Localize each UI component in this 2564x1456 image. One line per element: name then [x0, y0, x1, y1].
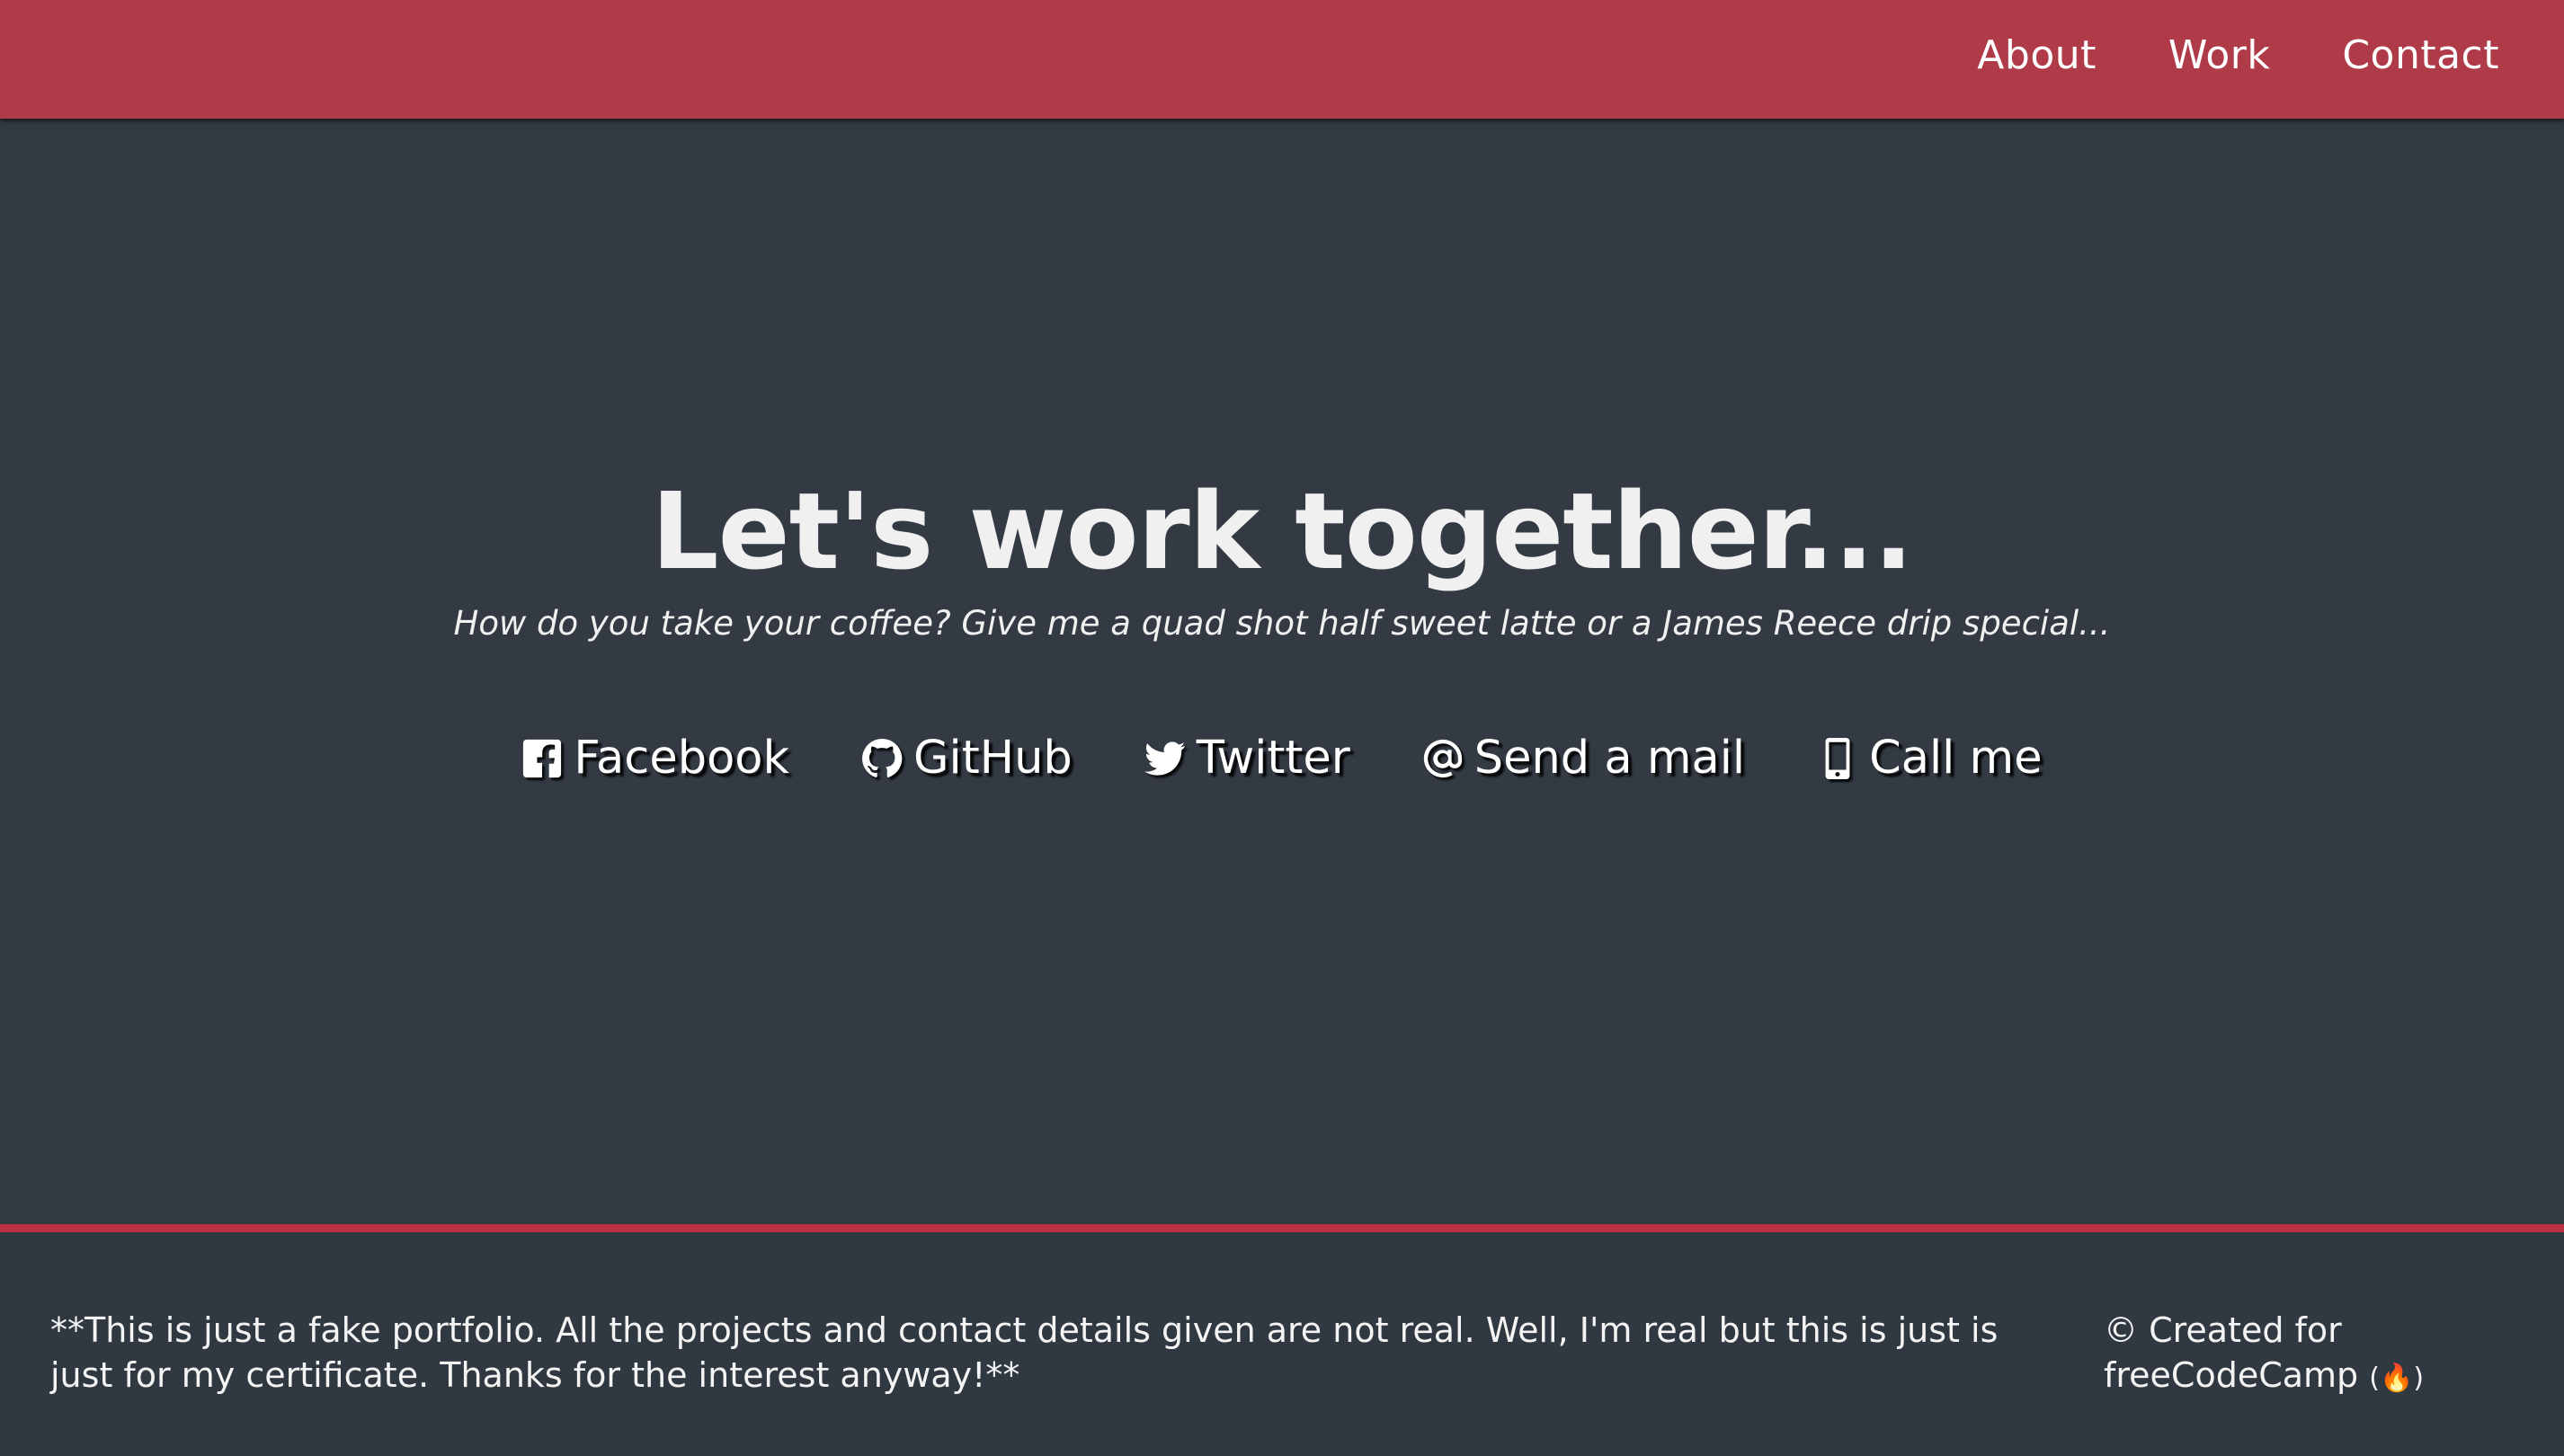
footer: **This is just a fake portfolio. All the… — [0, 1224, 2564, 1456]
nav-list: About Work Contact — [1977, 0, 2499, 110]
nav-link-contact[interactable]: Contact — [2342, 32, 2499, 78]
nav-link-work[interactable]: Work — [2168, 32, 2270, 78]
contact-subtitle: How do you take your coffee? Give me a q… — [453, 604, 2111, 643]
at-icon — [1423, 739, 1462, 777]
call-label: Call me — [1869, 732, 2043, 785]
mobile-phone-icon — [1825, 737, 1850, 779]
contact-title: Let's work together... — [651, 469, 1913, 593]
nav-link-about[interactable]: About — [1977, 32, 2097, 78]
contact-links: Facebook GitHub Twitter Send a mail Call… — [0, 732, 2564, 785]
call-link[interactable]: Call me — [1817, 732, 2043, 785]
facebook-square-icon — [523, 739, 562, 777]
twitter-label: Twitter — [1196, 732, 1350, 785]
facebook-link[interactable]: Facebook — [521, 732, 789, 785]
twitter-icon — [1144, 741, 1185, 776]
github-link[interactable]: GitHub — [861, 732, 1073, 785]
navbar: About Work Contact — [0, 0, 2564, 119]
facebook-label: Facebook — [574, 732, 790, 785]
footer-credit: © Created for freeCodeCamp (🔥) — [2104, 1308, 2499, 1401]
github-label: GitHub — [913, 732, 1073, 785]
footer-disclaimer: **This is just a fake portfolio. All the… — [50, 1310, 1999, 1395]
footer-credit-text: © Created for freeCodeCamp — [2104, 1310, 2359, 1395]
nav-item-work: Work — [2168, 32, 2270, 78]
mail-label: Send a mail — [1473, 732, 1746, 785]
twitter-link[interactable]: Twitter — [1144, 732, 1350, 785]
mail-link[interactable]: Send a mail — [1422, 732, 1745, 785]
github-icon — [862, 738, 903, 777]
nav-item-about: About — [1977, 32, 2097, 78]
nav-item-contact: Contact — [2342, 32, 2499, 78]
freecodecamp-link[interactable]: (🔥) — [2369, 1363, 2424, 1394]
contact-section: Let's work together... How do you take y… — [0, 119, 2564, 1224]
